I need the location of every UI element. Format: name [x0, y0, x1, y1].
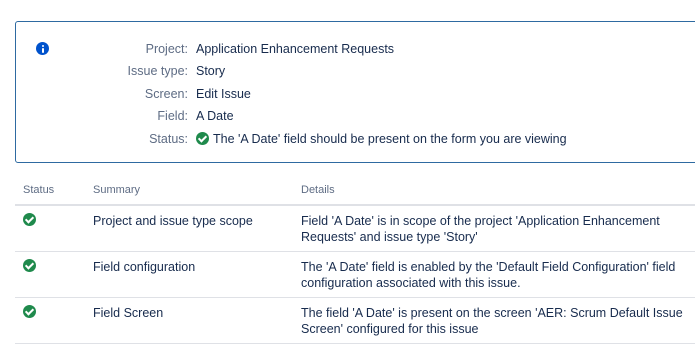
- status-label: Status:: [149, 132, 188, 146]
- summary-cell: Field Screen: [85, 297, 293, 344]
- check-circle-icon: [23, 258, 36, 272]
- table-header-row: Status Summary Details: [15, 176, 695, 206]
- table-row: Field Screen The field 'A Date' is prese…: [15, 297, 695, 344]
- table-row: Project and issue type scope Field 'A Da…: [15, 205, 695, 252]
- check-circle-icon: [23, 304, 36, 318]
- status-value: The 'A Date' field should be present on …: [213, 132, 567, 146]
- status-cell: [15, 205, 85, 252]
- status-value-container: The 'A Date' field should be present on …: [196, 130, 567, 148]
- project-label: Project:: [145, 42, 188, 56]
- results-table: Status Summary Details Project and issue…: [15, 176, 695, 344]
- check-circle-icon: [196, 132, 209, 145]
- issue-type-label: Issue type:: [127, 64, 188, 78]
- details-text: Field 'A Date' is in scope of the projec…: [301, 214, 660, 244]
- screen-label: Screen:: [144, 87, 188, 101]
- details-text: The 'A Date' field is enabled by the 'De…: [301, 259, 676, 290]
- summary-cell: Field configuration: [85, 251, 293, 298]
- status-cell: [15, 251, 85, 298]
- screen-value: Edit Issue: [196, 87, 251, 101]
- summary-text: Project and issue type scope: [93, 214, 253, 228]
- check-circle-icon: [23, 213, 36, 226]
- field-label: Field:: [157, 109, 188, 123]
- details-text: The field 'A Date' is present on the scr…: [301, 305, 683, 336]
- summary-text: Field Screen: [93, 305, 164, 320]
- details-cell: Field 'A Date' is in scope of the projec…: [293, 205, 695, 252]
- field-help-panel: Project: Application Enhancement Request…: [15, 21, 695, 163]
- details-column-header: Details: [293, 176, 695, 206]
- summary-cell: Project and issue type scope: [85, 205, 293, 252]
- summary-column-header: Summary: [85, 176, 293, 206]
- table-row: Field configuration The 'A Date' field i…: [15, 251, 695, 298]
- project-value: Application Enhancement Requests: [196, 42, 395, 56]
- field-value: A Date: [196, 109, 234, 123]
- info-icon: [36, 42, 49, 55]
- status-column-header: Status: [15, 176, 85, 206]
- summary-text: Field configuration: [93, 259, 196, 274]
- details-cell: The 'A Date' field is enabled by the 'De…: [293, 251, 695, 298]
- status-cell: [15, 297, 85, 344]
- issue-type-value: Story: [196, 64, 226, 78]
- details-cell: The field 'A Date' is present on the scr…: [293, 297, 695, 344]
